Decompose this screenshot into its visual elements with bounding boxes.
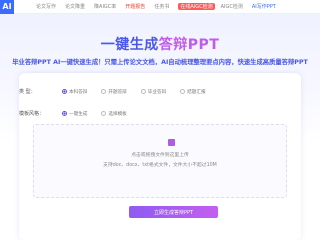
upload-format-hint: 支持doc、docx、txt格式文件，文件大小不超过10M: [103, 163, 217, 168]
type-option-undergrad[interactable]: 本科答辩: [62, 89, 87, 95]
type-option-graduation[interactable]: 毕业答辩: [140, 89, 167, 95]
nav-item-aigc-check[interactable]: AIGC检测: [221, 3, 243, 10]
radio-checked-icon[interactable]: [62, 89, 67, 94]
radio-unchecked-icon[interactable]: [180, 89, 186, 94]
style-label: 模板风格：: [19, 111, 45, 117]
type-option-label: 毕业答辩: [147, 89, 167, 95]
type-option-final-report[interactable]: 结题汇报: [180, 89, 206, 95]
page-title-part1: 一键生成: [100, 37, 159, 53]
style-row: 模板风格： 一键生成 选择模板: [19, 110, 141, 117]
nav-item-paper-writing[interactable]: 论文写作: [36, 3, 56, 10]
type-option-label: 结题汇报: [187, 89, 206, 95]
type-option-proposal[interactable]: 开题答辩: [101, 89, 127, 95]
page-subtitle: 毕业答辩PPT AI一键快速生成！只需上传论文文档，AI自动梳理整理要点内容，快…: [12, 59, 308, 66]
radio-unchecked-icon[interactable]: [140, 89, 146, 94]
style-option-auto[interactable]: 一键生成: [62, 111, 87, 117]
type-option-label: 本科答辩: [69, 89, 88, 95]
radio-unchecked-icon[interactable]: [101, 89, 107, 94]
top-navigation: AI 论文写作 论文降重 降AIGC率 开题报告 任务书 在线AIGC检测 AI…: [0, 0, 320, 14]
nav-item-reduce-aigc[interactable]: 降AIGC率: [94, 3, 116, 10]
nav-item-ai-ppt[interactable]: AI写作PPT: [252, 3, 276, 10]
nav-item-reduce-duplication[interactable]: 论文降重: [65, 3, 85, 10]
style-option-template[interactable]: 选择模板: [101, 111, 127, 117]
nav-item-proposal[interactable]: 开题报告: [125, 3, 145, 10]
radio-unchecked-icon[interactable]: [101, 111, 107, 116]
style-option-label: 一键生成: [69, 111, 88, 117]
nav-item-online-aigc-check[interactable]: 在线AIGC检测: [178, 3, 215, 10]
page-title-part2: 答辩PPT: [158, 37, 220, 53]
nav-items: 论文写作 论文降重 降AIGC率 开题报告 任务书 在线AIGC检测 AIGC检…: [36, 3, 285, 10]
radio-checked-icon[interactable]: [62, 111, 67, 116]
nav-item-task-book[interactable]: 任务书: [154, 3, 169, 10]
upload-icon: [168, 139, 175, 146]
generate-ppt-button[interactable]: 立即生成答辩PPT: [129, 206, 218, 218]
upload-instruction: 点击或拖拽文件到这里上传: [131, 153, 189, 158]
page-title: 一键生成答辩PPT: [0, 34, 320, 54]
app-logo[interactable]: AI: [0, 0, 14, 14]
type-label: 类 型：: [19, 89, 36, 95]
type-row: 类 型： 本科答辩 开题答辩 毕业答辩 结题汇报: [19, 88, 220, 95]
style-option-label: 选择模板: [108, 111, 127, 117]
type-option-label: 开题答辩: [108, 89, 127, 95]
